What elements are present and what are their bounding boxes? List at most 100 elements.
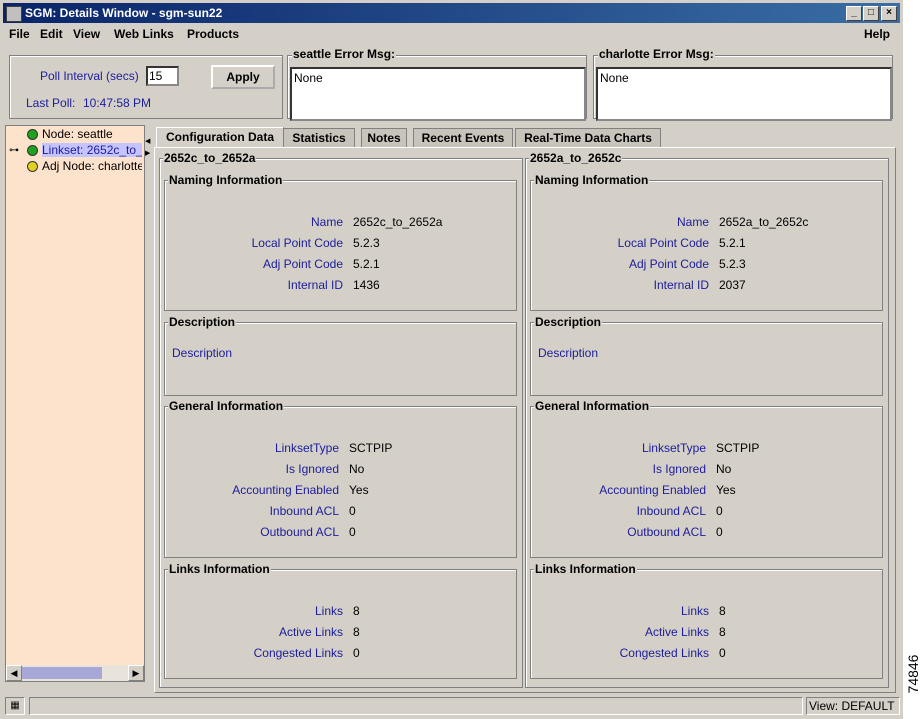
inbound-acl-label: Inbound ACL — [269, 504, 339, 518]
linkset-type-label: LinksetType — [641, 441, 706, 455]
title-bar: SGM: Details Window - sgm-sun22 _ □ × — [3, 3, 900, 23]
links-box-right — [530, 569, 883, 679]
menu-edit[interactable]: Edit — [40, 27, 63, 41]
tree-item-adj-node[interactable]: Adj Node: charlotte — [42, 159, 142, 173]
expand-key-icon[interactable]: ⊶ — [9, 145, 19, 156]
congested-links-label: Congested Links — [253, 646, 343, 660]
adj-point-code-label: Adj Point Code — [628, 257, 709, 271]
active-links-label: Active Links — [278, 625, 343, 639]
details-window: SGM: Details Window - sgm-sun22 _ □ × Fi… — [0, 0, 903, 719]
collapse-right-icon[interactable]: ▶ — [145, 149, 150, 157]
is-ignored-label: Is Ignored — [285, 462, 339, 476]
outbound-acl-label: Outbound ACL — [627, 525, 706, 539]
linkset-type-value: SCTPIP — [349, 441, 393, 455]
window-title: SGM: Details Window - sgm-sun22 — [25, 6, 223, 20]
links-value: 8 — [353, 604, 360, 618]
is-ignored-value: No — [349, 462, 365, 476]
status-bar: ▦ View: DEFAULT — [3, 695, 900, 717]
outbound-acl-value: 0 — [716, 525, 723, 539]
menu-help[interactable]: Help — [864, 27, 890, 41]
active-links-value: 8 — [719, 625, 726, 639]
figure-number-text: 74846 — [905, 654, 921, 694]
links-box-left — [164, 569, 517, 679]
apply-button[interactable]: Apply — [211, 65, 275, 89]
collapse-left-icon[interactable]: ◀ — [145, 137, 150, 145]
linkset-type-value: SCTPIP — [716, 441, 760, 455]
internal-id-value: 1436 — [353, 278, 380, 292]
tab-recent-events[interactable]: Recent Events — [413, 128, 513, 147]
adj-point-code-value: 5.2.1 — [353, 257, 380, 271]
status-green-icon — [27, 129, 38, 140]
adj-point-code-value: 5.2.3 — [719, 257, 746, 271]
links-title-right: Links Information — [534, 562, 637, 576]
inbound-acl-value: 0 — [349, 504, 356, 518]
menu-view[interactable]: View — [73, 27, 100, 41]
congested-links-value: 0 — [719, 646, 726, 660]
close-button[interactable]: × — [881, 6, 897, 21]
is-ignored-label: Is Ignored — [652, 462, 706, 476]
status-yellow-icon — [27, 161, 38, 172]
poll-interval-label: Poll Interval (secs) — [40, 69, 139, 83]
description-title-right: Description — [534, 315, 603, 329]
status-green-icon — [27, 145, 38, 156]
local-point-code-label: Local Point Code — [617, 236, 709, 250]
view-indicator: View: DEFAULT — [806, 697, 900, 715]
error-msg-seattle: None — [290, 67, 586, 121]
adj-point-code-label: Adj Point Code — [262, 257, 343, 271]
active-links-label: Active Links — [644, 625, 709, 639]
last-poll-value: 10:47:58 PM — [83, 96, 152, 110]
tree-hscrollbar[interactable]: ◀ ▶ — [6, 665, 144, 681]
error-msg-charlotte: None — [596, 67, 892, 121]
tree-item-node[interactable]: Node: seattle — [42, 127, 113, 141]
maximize-button[interactable]: □ — [863, 6, 879, 21]
name-label: Name — [676, 215, 709, 229]
column-right-title: 2652a_to_2652c — [529, 151, 623, 165]
outbound-acl-label: Outbound ACL — [260, 525, 339, 539]
app-icon — [6, 6, 22, 22]
congested-links-value: 0 — [353, 646, 360, 660]
inbound-acl-label: Inbound ACL — [636, 504, 706, 518]
scroll-right-icon[interactable]: ▶ — [128, 665, 144, 681]
links-label: Links — [680, 604, 709, 618]
local-point-code-value: 5.2.3 — [353, 236, 380, 250]
status-icon: ▦ — [5, 697, 25, 715]
menu-products[interactable]: Products — [187, 27, 239, 41]
internal-id-value: 2037 — [719, 278, 746, 292]
links-value: 8 — [719, 604, 726, 618]
last-poll-label: Last Poll: — [26, 96, 76, 110]
poll-interval-input[interactable]: 15 — [146, 66, 179, 86]
accounting-enabled-label: Accounting Enabled — [599, 483, 706, 497]
general-title-left: General Information — [168, 399, 285, 413]
naming-title-right: Naming Information — [534, 173, 650, 187]
splitter[interactable]: ◀ ▶ — [145, 125, 151, 685]
tree-item-linkset[interactable]: Linkset: 2652c_to_2652a — [42, 143, 142, 157]
minimize-button[interactable]: _ — [846, 6, 862, 21]
links-label: Links — [314, 604, 343, 618]
scroll-thumb[interactable] — [22, 667, 102, 679]
menu-file[interactable]: File — [9, 27, 30, 41]
name-value: 2652a_to_2652c — [719, 215, 809, 229]
object-tree: Node: seattle ⊶ Linkset: 2652c_to_2652a … — [5, 125, 145, 682]
menu-bar: File Edit View Web Links Products Help — [3, 24, 900, 44]
internal-id-label: Internal ID — [653, 278, 709, 292]
description-label-right: Description — [538, 346, 599, 360]
accounting-enabled-value: Yes — [716, 483, 736, 497]
links-title-left: Links Information — [168, 562, 271, 576]
tab-statistics[interactable]: Statistics — [283, 128, 355, 147]
error-title-charlotte: charlotte Error Msg: — [598, 47, 715, 61]
accounting-enabled-value: Yes — [349, 483, 369, 497]
local-point-code-label: Local Point Code — [251, 236, 343, 250]
tab-configuration-data[interactable]: Configuration Data — [156, 127, 284, 148]
figure-number: 74846 — [903, 640, 921, 710]
tab-real-time-data-charts[interactable]: Real-Time Data Charts — [515, 128, 661, 147]
scroll-left-icon[interactable]: ◀ — [6, 665, 22, 681]
is-ignored-value: No — [716, 462, 732, 476]
active-links-value: 8 — [353, 625, 360, 639]
tab-notes[interactable]: Notes — [361, 128, 407, 147]
error-title-seattle: seattle Error Msg: — [292, 47, 397, 61]
inbound-acl-value: 0 — [716, 504, 723, 518]
menu-web-links[interactable]: Web Links — [114, 27, 174, 41]
internal-id-label: Internal ID — [287, 278, 343, 292]
name-value: 2652c_to_2652a — [353, 215, 443, 229]
general-title-right: General Information — [534, 399, 651, 413]
